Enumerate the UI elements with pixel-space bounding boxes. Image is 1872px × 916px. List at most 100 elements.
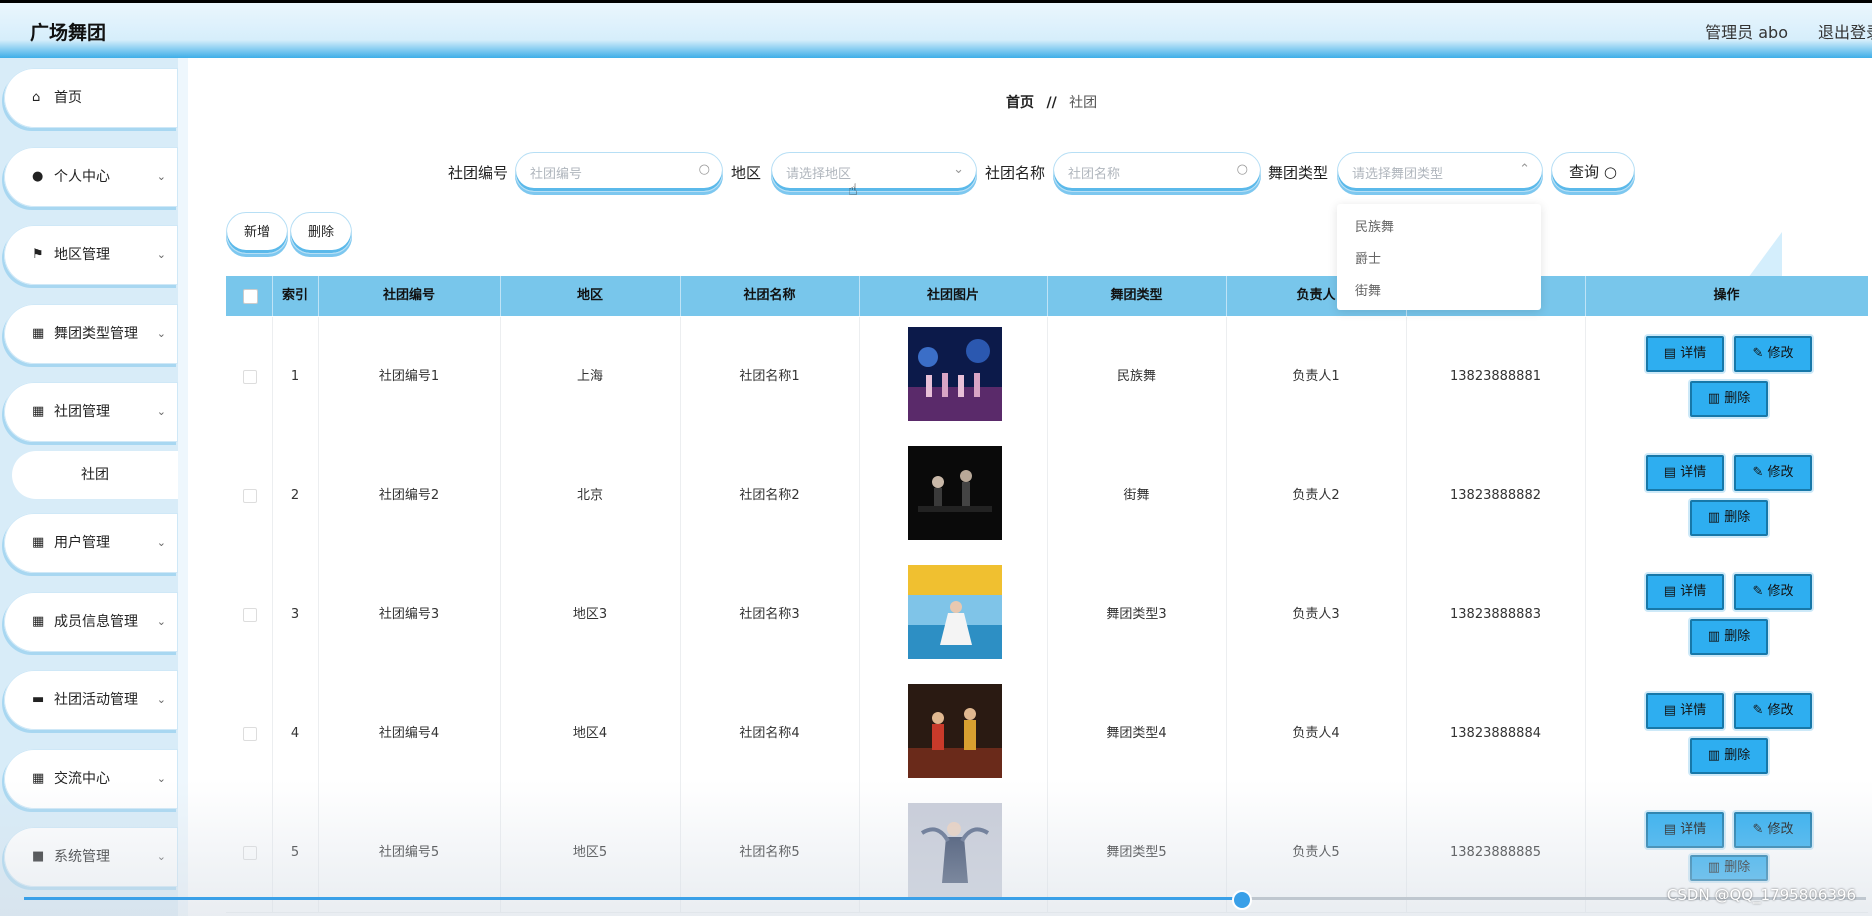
phone-cell: 13823888885 [1406,793,1586,912]
table-row: 3 社团编号3 地区3 社团名称3 舞团类型3 负责人3 13823888883… [226,555,1868,675]
edit-button[interactable]: ✎ 修改 [1734,574,1812,610]
phone-cell: 13823888884 [1406,674,1586,793]
detail-button[interactable]: ▤ 详情 [1646,336,1724,372]
edit-button[interactable]: ✎ 修改 [1734,455,1812,491]
dance-type-select[interactable]: 请选择舞团类型 ⌃ [1337,152,1543,192]
chevron-down-icon: ⌄ [156,536,166,549]
dance-type-placeholder: 请选择舞团类型 [1352,167,1444,182]
sidebar-subitem-club[interactable]: 社团 [12,451,178,499]
club-image[interactable] [908,565,1002,659]
select-all-checkbox[interactable] [243,289,258,304]
region-label: 地区 [731,164,762,182]
club-no-label: 社团编号 [448,164,509,182]
index-cell: 1 [272,317,319,436]
detail-button[interactable]: ▤ 详情 [1646,574,1724,610]
club-name-cell: 社团名称1 [680,317,860,436]
admin-name: 管理员 abo [1705,23,1788,42]
club-image[interactable] [908,684,1002,778]
sidebar-item-exchange-center[interactable]: ▦ 交流中心 ⌄ [4,749,178,809]
leader-cell: 负责人4 [1226,674,1407,793]
sidebar-item-user-management[interactable]: ▦ 用户管理 ⌄ [4,513,178,573]
grid-icon: ▦ [32,535,45,550]
detail-label: 详情 [1680,584,1707,599]
table-row: 1 社团编号1 上海 社团名称1 民族舞 负责人1 13823888881 ▤ … [226,317,1868,437]
column-header-club-no: 社团编号 [318,276,501,316]
user-icon: ● [32,169,44,184]
delete-label: 删除 [1724,748,1751,763]
pencil-icon: ✎ [1752,465,1764,480]
sidebar-item-member-info-management[interactable]: ▦ 成员信息管理 ⌄ [4,592,178,652]
dance-type-cell: 舞团类型5 [1047,793,1227,912]
sidebar-item-system-management[interactable]: ■ 系统管理 ⌄ [4,827,178,887]
logout-link[interactable]: 退出登录 [1818,19,1872,43]
detail-button[interactable]: ▤ 详情 [1646,693,1724,729]
dropdown-option[interactable]: 爵士 [1355,248,1381,267]
club-image[interactable] [908,803,1002,897]
sidebar-item-club-activity-management[interactable]: ▬ 社团活动管理 ⌄ [4,670,178,730]
delete-button[interactable]: ▥ 删除 [1690,381,1768,417]
delete-button[interactable]: ▥ 删除 [1690,738,1768,774]
delete-button[interactable]: ▥ 删除 [1690,500,1768,536]
region-select[interactable]: 请选择地区 ⌄ [771,152,977,192]
club-name-input[interactable]: 社团名称 ○ [1053,152,1261,192]
trash-icon: ▥ [1707,391,1721,406]
dropdown-option[interactable]: 街舞 [1355,280,1381,299]
dropdown-option[interactable]: 民族舞 [1355,216,1394,235]
grid-icon: ▦ [32,404,45,419]
region-placeholder: 请选择地区 [786,167,852,182]
video-progress-knob[interactable] [1232,890,1252,910]
club-name-placeholder: 社团名称 [1068,167,1121,182]
top-bar: 广场舞团 管理员 abo 退出登录 [0,0,1872,58]
sidebar-item-home[interactable]: ⌂ 首页 [4,68,178,128]
chevron-down-icon: ⌄ [953,162,964,177]
sidebar-item-club-management[interactable]: ▦ 社团管理 ⌄ [4,382,178,442]
delete-label: 删除 [1724,629,1751,644]
edit-button[interactable]: ✎ 修改 [1734,336,1812,372]
pencil-icon: ✎ [1752,703,1764,718]
select-all-cell [226,276,273,316]
document-icon: ▤ [1663,584,1677,599]
leader-cell: 负责人1 [1226,317,1407,436]
chevron-down-icon: ⌄ [156,405,166,418]
detail-button[interactable]: ▤ 详情 [1646,455,1724,491]
sidebar-divider [178,58,188,916]
query-button[interactable]: 查询 ○ [1551,152,1635,192]
sidebar-item-personal-center[interactable]: ● 个人中心 ⌄ [4,147,178,207]
sidebar-item-dance-type-management[interactable]: ▦ 舞团类型管理 ⌄ [4,304,178,364]
leader-cell: 负责人5 [1226,793,1407,912]
checkbox-cell [226,555,273,674]
trash-icon: ▥ [1707,629,1721,644]
edit-label: 修改 [1767,465,1794,480]
checkbox-cell [226,436,273,555]
add-button[interactable]: 新增 [226,212,288,254]
app-title: 广场舞团 [30,22,107,44]
sidebar-item-label: 社团管理 [54,404,110,420]
edit-label: 修改 [1767,584,1794,599]
edit-label: 修改 [1767,703,1794,718]
breadcrumb-home[interactable]: 首页 [1006,95,1034,111]
index-cell: 4 [272,674,319,793]
table-header: 索引 社团编号 地区 社团名称 社团图片 舞团类型 负责人 操作 [226,276,1868,316]
club-no-cell: 社团编号4 [318,674,501,793]
club-no-cell: 社团编号5 [318,793,501,912]
index-cell: 5 [272,793,319,912]
edit-button[interactable]: ✎ 修改 [1734,693,1812,729]
actions-cell [1585,317,1868,436]
club-name-cell: 社团名称2 [680,436,860,555]
sidebar-item-region-management[interactable]: ⚑ 地区管理 ⌄ [4,225,178,285]
delete-button[interactable]: ▥ 删除 [1690,619,1768,655]
batch-delete-button[interactable]: 删除 [290,212,352,254]
club-name-cell: 社团名称3 [680,555,860,674]
club-image[interactable] [908,327,1002,421]
edit-button[interactable]: ✎ 修改 [1734,812,1812,848]
club-no-input[interactable]: 社团编号 ○ [515,152,723,192]
detail-button[interactable]: ▤ 详情 [1646,812,1724,848]
region-cell: 地区5 [500,793,681,912]
grid-icon: ▦ [32,771,45,786]
column-header-actions: 操作 [1713,288,1740,303]
chevron-down-icon: ⌄ [156,248,166,261]
club-image[interactable] [908,446,1002,540]
query-button-label: 查询 [1569,163,1600,181]
delete-button[interactable]: ▥ 删除 [1690,855,1768,881]
document-icon: ▤ [1663,703,1677,718]
